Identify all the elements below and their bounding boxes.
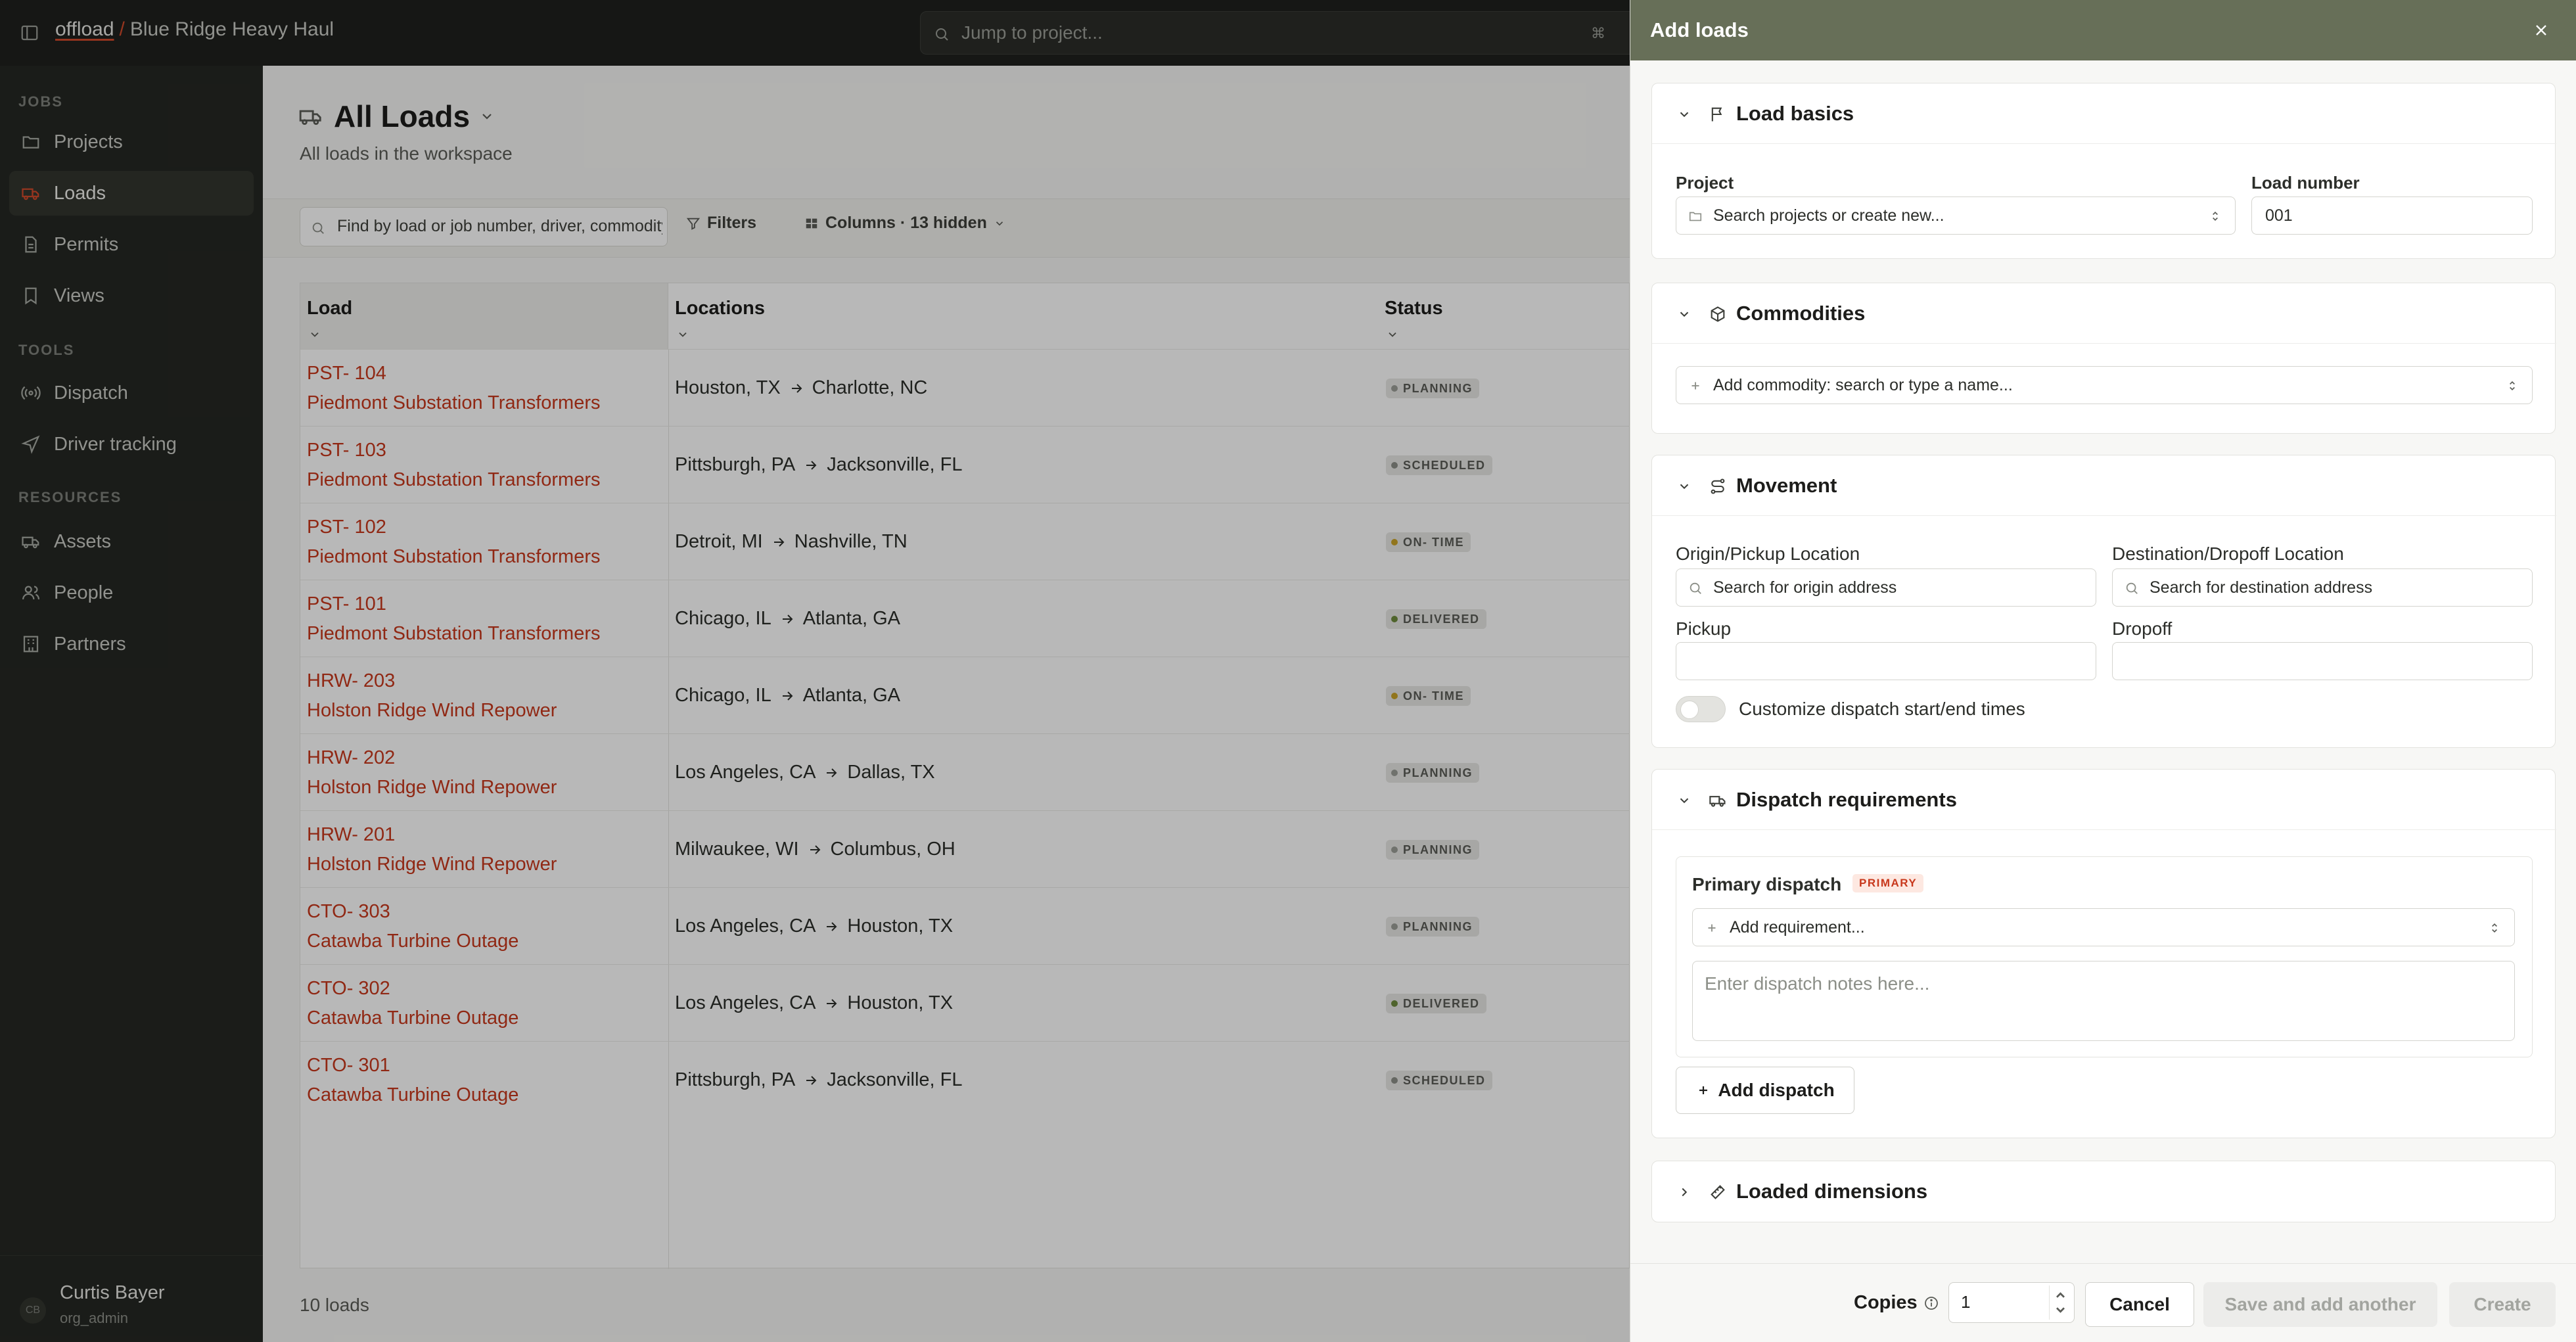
dropoff-input[interactable]	[2112, 642, 2533, 680]
add-requirement-select[interactable]: Add requirement...	[1692, 908, 2515, 946]
destination-address-input[interactable]: Search for destination address	[2112, 568, 2533, 607]
origin-address-input[interactable]: Search for origin address	[1676, 568, 2096, 607]
primary-dispatch-title: Primary dispatch	[1692, 874, 1842, 894]
add-commodity-placeholder: Add commodity: search or type a name...	[1713, 376, 2013, 394]
destination-placeholder: Search for destination address	[2150, 578, 2373, 597]
search-icon	[2126, 582, 2138, 594]
folder-icon	[1689, 212, 1702, 221]
destination-label: Destination/Dropoff Location	[2112, 544, 2344, 564]
section-loaded-dimensions: Loaded dimensions	[1651, 1161, 2556, 1222]
chevron-updown-icon	[2510, 381, 2515, 391]
ruler-icon	[1711, 1185, 1725, 1199]
drawer-title: Add loads	[1650, 18, 1749, 41]
info-icon[interactable]	[1923, 1295, 1939, 1311]
stepper-arrows-icon[interactable]	[2049, 1285, 2071, 1320]
origin-label: Origin/Pickup Location	[1676, 544, 1860, 564]
cancel-button[interactable]: Cancel	[2085, 1282, 2194, 1327]
chevron-down-icon	[1680, 798, 1689, 804]
add-dispatch-button[interactable]: Add dispatch	[1676, 1067, 1854, 1114]
create-button[interactable]: Create	[2449, 1282, 2556, 1327]
section-dispatch-requirements: Dispatch requirements Primary dispatch P…	[1651, 769, 2556, 1138]
add-dispatch-label: Add dispatch	[1718, 1080, 1835, 1100]
chevron-down-icon	[1680, 484, 1689, 490]
chevron-updown-icon	[2213, 211, 2218, 221]
section-header[interactable]: Movement	[1652, 455, 2556, 516]
dropoff-label: Dropoff	[2112, 618, 2173, 639]
chevron-down-icon	[1680, 312, 1689, 317]
section-movement: Movement Origin/Pickup Location Search f…	[1651, 455, 2556, 748]
add-requirement-placeholder: Add requirement...	[1730, 918, 1865, 937]
pickup-input[interactable]	[1676, 642, 2096, 680]
flag-icon	[1711, 107, 1722, 122]
chevron-down-icon	[1680, 112, 1689, 118]
section-header[interactable]: Dispatch requirements	[1652, 770, 2556, 830]
section-load-basics: Load basics Project Search projects or c…	[1651, 83, 2556, 259]
dispatch-notes-placeholder: Enter dispatch notes here...	[1705, 973, 1930, 994]
truck-icon	[1709, 796, 1726, 807]
section-header[interactable]: Load basics	[1652, 83, 2556, 144]
section-title: Commodities	[1736, 302, 1866, 325]
origin-placeholder: Search for origin address	[1713, 578, 1897, 597]
route-icon	[1711, 478, 1725, 494]
project-select[interactable]: Search projects or create new...	[1676, 197, 2236, 235]
pickup-label: Pickup	[1676, 618, 1732, 639]
project-placeholder: Search projects or create new...	[1713, 206, 1944, 225]
customize-times-toggle[interactable]	[1676, 696, 1726, 722]
primary-dispatch-card: Primary dispatch PRIMARY Add requirement…	[1676, 856, 2533, 1057]
drawer-header: Add loads	[1630, 0, 2576, 60]
plus-icon	[1691, 382, 1699, 390]
section-title: Load basics	[1736, 102, 1854, 125]
chevron-right-icon	[1682, 1188, 1688, 1197]
package-icon	[1711, 306, 1725, 322]
copies-stepper[interactable]: 1	[1948, 1282, 2075, 1323]
load-number-value: 001	[2265, 206, 2293, 225]
load-number-label: Load number	[2251, 173, 2360, 193]
section-title: Loaded dimensions	[1736, 1180, 1928, 1203]
project-label: Project	[1676, 173, 1734, 193]
save-and-add-another-button[interactable]: Save and add another	[2203, 1282, 2437, 1327]
plus-icon	[1708, 924, 1716, 932]
chevron-updown-icon	[2492, 923, 2497, 933]
load-number-input[interactable]: 001	[2251, 197, 2533, 235]
modal-backdrop[interactable]	[0, 0, 1630, 1342]
plus-icon	[1699, 1086, 1708, 1094]
section-commodities: Commodities Add commodity: search or typ…	[1651, 283, 2556, 434]
customize-times-label: Customize dispatch start/end times	[1739, 699, 2025, 719]
add-commodity-select[interactable]: Add commodity: search or type a name...	[1676, 366, 2533, 404]
add-loads-drawer: Add loads Load basics Project Search pro…	[1630, 0, 2576, 1342]
copies-label: Copies	[1854, 1292, 1918, 1313]
section-title: Dispatch requirements	[1736, 788, 1957, 811]
section-header[interactable]: Commodities	[1652, 283, 2556, 344]
drawer-footer: Copies 1 Cancel Save and add another Cre…	[1630, 1263, 2576, 1342]
section-title: Movement	[1736, 474, 1837, 497]
close-icon[interactable]	[2532, 21, 2550, 39]
primary-badge: PRIMARY	[1852, 874, 1924, 892]
copies-value: 1	[1961, 1292, 1971, 1312]
dispatch-notes-textarea[interactable]: Enter dispatch notes here...	[1692, 961, 2515, 1041]
search-icon	[1690, 582, 1701, 594]
section-header[interactable]: Loaded dimensions	[1652, 1161, 2556, 1222]
